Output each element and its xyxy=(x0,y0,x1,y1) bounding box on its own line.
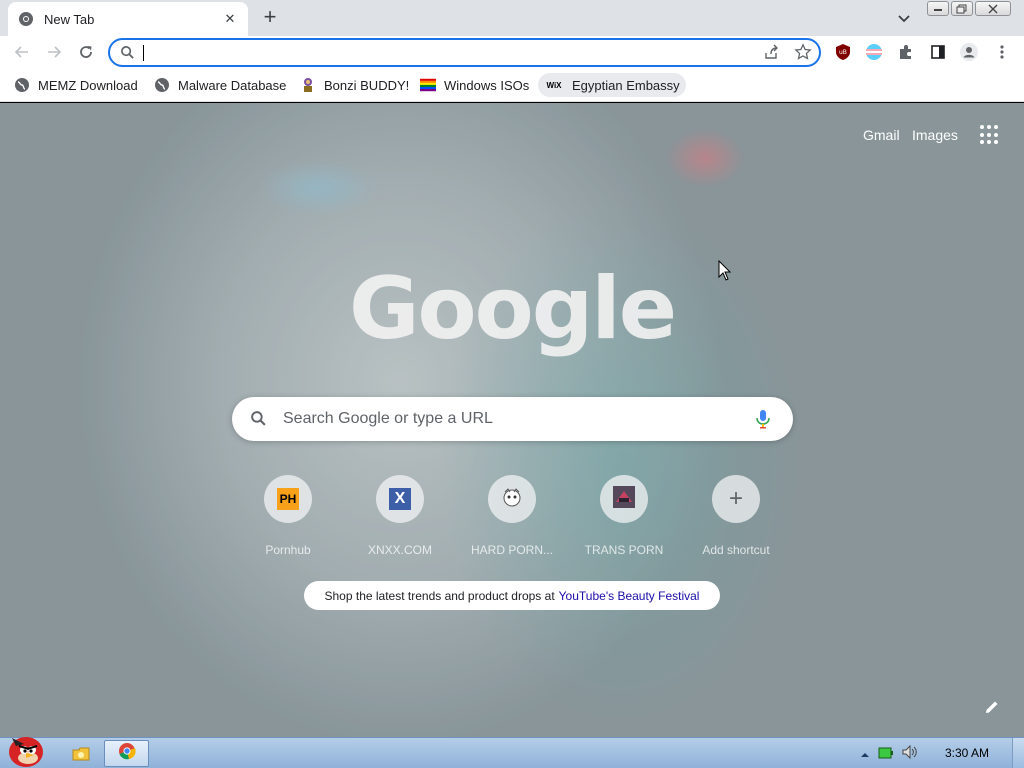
globe-icon xyxy=(14,77,30,93)
ph-logo-icon: PH xyxy=(277,488,299,510)
ublock-origin-icon[interactable]: uB xyxy=(833,42,853,62)
taskbar: 3:30 AM xyxy=(0,737,1024,768)
mouse-cursor-icon xyxy=(718,259,732,287)
wix-icon: WiX xyxy=(546,80,562,90)
bonzi-icon xyxy=(300,77,316,93)
start-button-angry-bird-icon[interactable] xyxy=(4,730,48,768)
text-caret xyxy=(143,45,144,61)
bookmark-star-icon[interactable] xyxy=(794,43,812,66)
promo-text: Shop the latest trends and product drops… xyxy=(324,588,555,603)
address-input[interactable] xyxy=(142,43,742,62)
shortcut-pornhub[interactable]: PH Pornhub xyxy=(232,475,344,557)
svg-text:uB: uB xyxy=(839,49,847,56)
images-link[interactable]: Images xyxy=(912,127,958,143)
address-bar[interactable] xyxy=(108,38,821,67)
shortcut-label: Pornhub xyxy=(265,543,311,557)
rainbow-flag-icon xyxy=(420,77,436,93)
site-thumbnail-icon xyxy=(613,485,635,513)
bookmark-label: Bonzi BUDDY! xyxy=(324,77,410,93)
reload-button[interactable] xyxy=(75,41,97,63)
close-window-button[interactable] xyxy=(975,1,1011,16)
search-box[interactable]: Search Google or type a URL xyxy=(232,397,793,441)
shortcut-tile xyxy=(600,475,648,523)
share-icon[interactable] xyxy=(763,44,779,65)
side-panel-icon[interactable] xyxy=(928,42,948,62)
bookmark-label: Egyptian Embassy xyxy=(572,77,680,93)
forward-button[interactable] xyxy=(43,41,65,63)
new-tab-button[interactable]: + xyxy=(258,6,282,30)
shortcut-tile: PH xyxy=(264,475,312,523)
bookmark-bonzi-buddy[interactable]: Bonzi BUDDY! xyxy=(294,73,415,97)
shortcut-label: TRANS PORN xyxy=(584,543,664,557)
search-icon xyxy=(250,410,267,432)
taskbar-chrome-button[interactable] xyxy=(104,740,149,767)
promo-banner[interactable]: Shop the latest trends and product drops… xyxy=(304,581,720,610)
bookmarks-bar: MEMZ Download Malware Database Bonzi BUD… xyxy=(0,69,1024,102)
trans-flag-icon[interactable] xyxy=(864,42,884,62)
shortcut-trans-porn[interactable]: TRANS PORN xyxy=(568,475,680,557)
explorer-folder-icon[interactable] xyxy=(70,740,92,767)
extensions-puzzle-icon[interactable] xyxy=(896,42,916,62)
tray-expand-icon[interactable] xyxy=(860,746,870,764)
promo-link[interactable]: YouTube's Beauty Festival xyxy=(559,589,700,603)
search-icon xyxy=(120,45,135,65)
profile-icon[interactable] xyxy=(959,42,979,62)
new-tab-page: Gmail Images Google Search Google or typ… xyxy=(0,103,1024,737)
plus-icon: + xyxy=(728,485,743,512)
chrome-icon xyxy=(118,742,136,765)
xnxx-logo-icon: X xyxy=(389,488,411,510)
bookmark-label: Windows ISOs xyxy=(444,77,530,93)
taskbar-clock[interactable]: 3:30 AM xyxy=(945,746,989,760)
bookmark-malware-database[interactable]: Malware Database xyxy=(148,73,292,97)
tab-strip: New Tab ✕ + xyxy=(0,0,1024,36)
volume-icon[interactable] xyxy=(902,744,918,764)
back-button[interactable] xyxy=(11,41,33,63)
google-apps-icon[interactable] xyxy=(980,125,1000,145)
customize-pencil-icon[interactable] xyxy=(983,698,1001,721)
bookmark-label: Malware Database xyxy=(178,77,287,93)
shortcut-label: HARD PORN... xyxy=(470,543,553,557)
shortcut-xnxx[interactable]: X XNXX.COM xyxy=(344,475,456,557)
show-desktop-button[interactable] xyxy=(1012,738,1024,768)
chrome-icon xyxy=(18,11,34,27)
tab-new-tab[interactable]: New Tab ✕ xyxy=(8,2,248,36)
search-placeholder: Search Google or type a URL xyxy=(283,410,493,427)
add-shortcut-button[interactable]: + Add shortcut xyxy=(680,475,792,557)
voice-search-icon[interactable] xyxy=(755,409,771,434)
menu-kebab-icon[interactable] xyxy=(992,42,1012,62)
shortcut-tile xyxy=(488,475,536,523)
tab-close-icon[interactable]: ✕ xyxy=(222,11,238,27)
shortcut-tile: X xyxy=(376,475,424,523)
toolbar: uB xyxy=(0,36,1024,69)
tab-search-chevron-icon[interactable] xyxy=(894,8,914,28)
globe-icon xyxy=(154,77,170,93)
bookmark-windows-isos[interactable]: Windows ISOs xyxy=(414,73,535,97)
battery-icon[interactable] xyxy=(878,746,894,764)
shortcut-tile: + xyxy=(712,475,760,523)
google-logo: Google xyxy=(348,259,677,359)
minimize-button[interactable] xyxy=(927,1,949,16)
bookmark-memz-download[interactable]: MEMZ Download xyxy=(8,73,144,97)
bookmark-label: MEMZ Download xyxy=(38,77,138,93)
shortcut-hard-porn[interactable]: HARD PORN... xyxy=(456,475,568,557)
shortcut-label: XNXX.COM xyxy=(367,543,432,557)
shortcut-label: Add shortcut xyxy=(702,543,770,557)
maximize-button[interactable] xyxy=(951,1,973,16)
bookmark-egyptian-embassy[interactable]: WiX Egyptian Embassy xyxy=(538,73,686,97)
window-controls xyxy=(927,1,1011,16)
gmail-link[interactable]: Gmail xyxy=(863,127,900,143)
system-tray xyxy=(860,744,918,764)
tab-title: New Tab xyxy=(44,11,95,27)
mascot-face-icon xyxy=(501,486,523,513)
